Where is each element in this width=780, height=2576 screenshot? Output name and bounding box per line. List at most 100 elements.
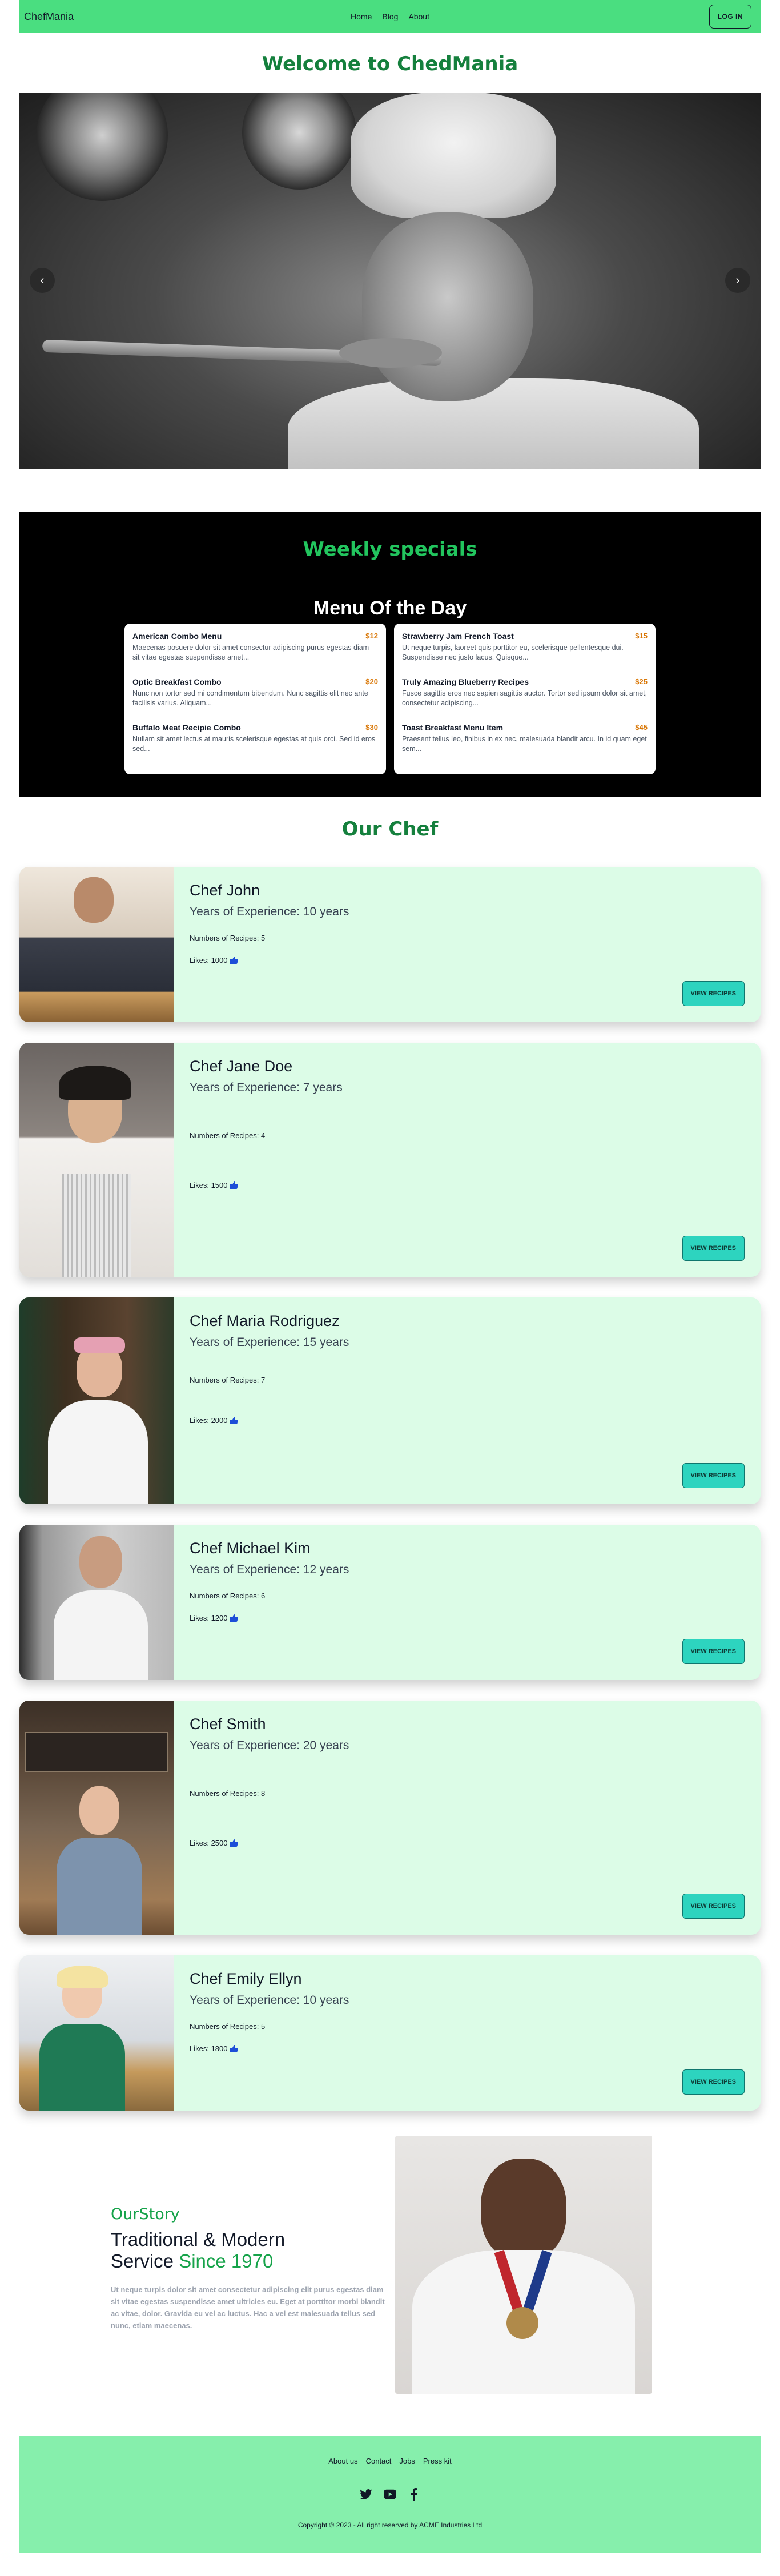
chef-name: Chef Jane Doe xyxy=(190,1058,293,1075)
thumbs-up-icon xyxy=(230,2045,238,2052)
chef-photo xyxy=(19,1297,174,1504)
view-recipes-button[interactable]: VIEW RECIPES xyxy=(682,1894,745,1919)
chef-likes-text: Likes: 2500 xyxy=(190,1839,228,1847)
chevron-right-icon: › xyxy=(735,274,740,287)
menu-card-right: Strawberry Jam French Toast $15 Ut neque … xyxy=(394,624,656,774)
menu-item-name: Strawberry Jam French Toast xyxy=(402,632,514,641)
thumbs-up-icon xyxy=(230,957,238,964)
chef-experience: Years of Experience: 10 years xyxy=(190,1994,349,2007)
menu-item-desc: Praesent tellus leo, finibus in ex nec, … xyxy=(402,735,647,753)
chef-recipes: Numbers of Recipes: 4 xyxy=(190,1131,266,1140)
chef-name: Chef Smith xyxy=(190,1715,266,1733)
hero-carousel: ‹ › xyxy=(19,93,761,469)
view-recipes-button[interactable]: VIEW RECIPES xyxy=(682,1639,745,1664)
menu-item-price: $25 xyxy=(635,677,648,686)
our-story-section: OurStory Traditional & Modern Service Si… xyxy=(19,2136,761,2394)
hero-image-chef-face xyxy=(362,212,533,401)
story-title-line1: Traditional & Modern xyxy=(111,2229,286,2250)
menu-of-day-title: Menu Of the Day xyxy=(313,597,467,619)
chef-likes-text: Likes: 1200 xyxy=(190,1614,228,1622)
carousel-next-button[interactable]: › xyxy=(725,268,750,293)
footer: About us Contact Jobs Press kit Copyrigh… xyxy=(19,2436,761,2553)
chef-likes: Likes: 1200 xyxy=(190,1614,745,1622)
chef-card: Chef Jane Doe Years of Experience: 7 yea… xyxy=(19,1043,761,1277)
chef-photo xyxy=(19,1701,174,1935)
menu-item-price: $20 xyxy=(365,677,378,686)
youtube-icon[interactable] xyxy=(384,2488,396,2501)
chef-name: Chef Emily Ellyn xyxy=(190,1970,302,1987)
view-recipes-button[interactable]: VIEW RECIPES xyxy=(682,1236,745,1261)
chef-experience: Years of Experience: 20 years xyxy=(190,1739,349,1752)
menu-item-desc: Ut neque turpis, laoreet quis porttitor … xyxy=(402,644,624,661)
chef-recipes: Numbers of Recipes: 7 xyxy=(190,1376,266,1384)
footer-link-jobs[interactable]: Jobs xyxy=(399,2457,415,2465)
our-chef-title: Our Chef xyxy=(341,818,439,841)
chef-likes: Likes: 1000 xyxy=(190,956,745,965)
view-recipes-button[interactable]: VIEW RECIPES xyxy=(682,2069,745,2095)
thumbs-up-icon xyxy=(230,1181,238,1189)
navbar: ChefMania Home Blog About LOG IN xyxy=(19,0,761,33)
chef-experience: Years of Experience: 7 years xyxy=(190,1081,343,1094)
chef-recipes: Numbers of Recipes: 5 xyxy=(190,934,266,942)
chef-photo xyxy=(19,1955,174,2111)
page-title: Welcome to ChedMania xyxy=(262,53,518,75)
chef-info: Chef Emily Ellyn Years of Experience: 10… xyxy=(174,1955,761,2111)
menu-item-name: Optic Breakfast Combo xyxy=(132,677,222,686)
view-recipes-button[interactable]: VIEW RECIPES xyxy=(682,981,745,1006)
facebook-icon[interactable] xyxy=(408,2488,420,2501)
nav-link-home[interactable]: Home xyxy=(351,12,372,21)
footer-link-contact[interactable]: Contact xyxy=(366,2457,392,2465)
chevron-left-icon: ‹ xyxy=(40,274,45,287)
hero-image-spoon-head xyxy=(339,338,442,368)
copyright-text: Copyright © 2023 - All right reserved by… xyxy=(297,2521,483,2529)
chef-likes-text: Likes: 1800 xyxy=(190,2044,228,2053)
chef-likes: Likes: 1800 xyxy=(190,2044,745,2053)
story-title-accent: Since 1970 xyxy=(179,2251,274,2272)
menu-item-desc: Nunc non tortor sed mi condimentum biben… xyxy=(132,689,368,707)
chef-name: Chef Maria Rodriguez xyxy=(190,1312,340,1329)
menu-cards: American Combo Menu $12 Maecenas posuere … xyxy=(19,624,761,774)
menu-item-price: $45 xyxy=(635,723,648,732)
twitter-icon[interactable] xyxy=(360,2488,372,2501)
thumbs-up-icon xyxy=(230,1614,238,1622)
menu-card-left: American Combo Menu $12 Maecenas posuere … xyxy=(124,624,386,774)
thumbs-up-icon xyxy=(230,1417,238,1424)
chef-card: Chef John Years of Experience: 10 years … xyxy=(19,867,761,1022)
login-button[interactable]: LOG IN xyxy=(709,5,751,29)
chef-info: Chef Maria Rodriguez Years of Experience… xyxy=(174,1297,761,1504)
menu-item[interactable]: American Combo Menu $12 Maecenas posuere … xyxy=(132,632,378,669)
footer-link-about-us[interactable]: About us xyxy=(328,2457,357,2465)
hero-image-chef-coat xyxy=(288,378,699,469)
chef-experience: Years of Experience: 10 years xyxy=(190,905,349,918)
chef-card: Chef Smith Years of Experience: 20 years… xyxy=(19,1701,761,1935)
carousel-prev-button[interactable]: ‹ xyxy=(30,268,55,293)
chef-photo xyxy=(19,1043,174,1277)
menu-item-name: Toast Breakfast Menu Item xyxy=(402,723,504,732)
chef-card: Chef Maria Rodriguez Years of Experience… xyxy=(19,1297,761,1504)
menu-item-name: Truly Amazing Blueberry Recipes xyxy=(402,677,529,686)
thumbs-up-icon xyxy=(230,1839,238,1847)
menu-item[interactable]: Strawberry Jam French Toast $15 Ut neque … xyxy=(402,632,648,669)
nav-links: Home Blog About xyxy=(351,12,429,21)
story-chef-photo xyxy=(395,2136,652,2394)
chef-info: Chef Smith Years of Experience: 20 years… xyxy=(174,1701,761,1935)
chef-photo xyxy=(19,867,174,1022)
menu-item-desc: Fusce sagittis eros nec sapien sagittis … xyxy=(402,689,648,707)
chef-card: Chef Emily Ellyn Years of Experience: 10… xyxy=(19,1955,761,2111)
menu-item[interactable]: Buffalo Meat Recipie Combo $30 Nullam sit… xyxy=(132,723,378,761)
brand-logo[interactable]: ChefMania xyxy=(24,11,74,23)
story-title-line2: Service xyxy=(111,2251,179,2272)
chef-recipes: Numbers of Recipes: 5 xyxy=(190,2022,266,2031)
story-title: Traditional & Modern Service Since 1970 xyxy=(111,2229,391,2272)
view-recipes-button[interactable]: VIEW RECIPES xyxy=(682,1463,745,1488)
story-body: Ut neque turpis dolor sit amet consectet… xyxy=(111,2285,385,2330)
menu-item-name: American Combo Menu xyxy=(132,632,222,641)
menu-item[interactable]: Toast Breakfast Menu Item $45 Praesent te… xyxy=(402,723,648,761)
footer-link-press-kit[interactable]: Press kit xyxy=(423,2457,452,2465)
footer-links: About us Contact Jobs Press kit xyxy=(19,2457,761,2465)
menu-item[interactable]: Optic Breakfast Combo $20 Nunc non tortor… xyxy=(132,677,378,715)
nav-link-about[interactable]: About xyxy=(408,12,429,21)
nav-link-blog[interactable]: Blog xyxy=(382,12,398,21)
menu-item[interactable]: Truly Amazing Blueberry Recipes $25 Fusce… xyxy=(402,677,648,715)
chef-info: Chef Michael Kim Years of Experience: 12… xyxy=(174,1525,761,1680)
